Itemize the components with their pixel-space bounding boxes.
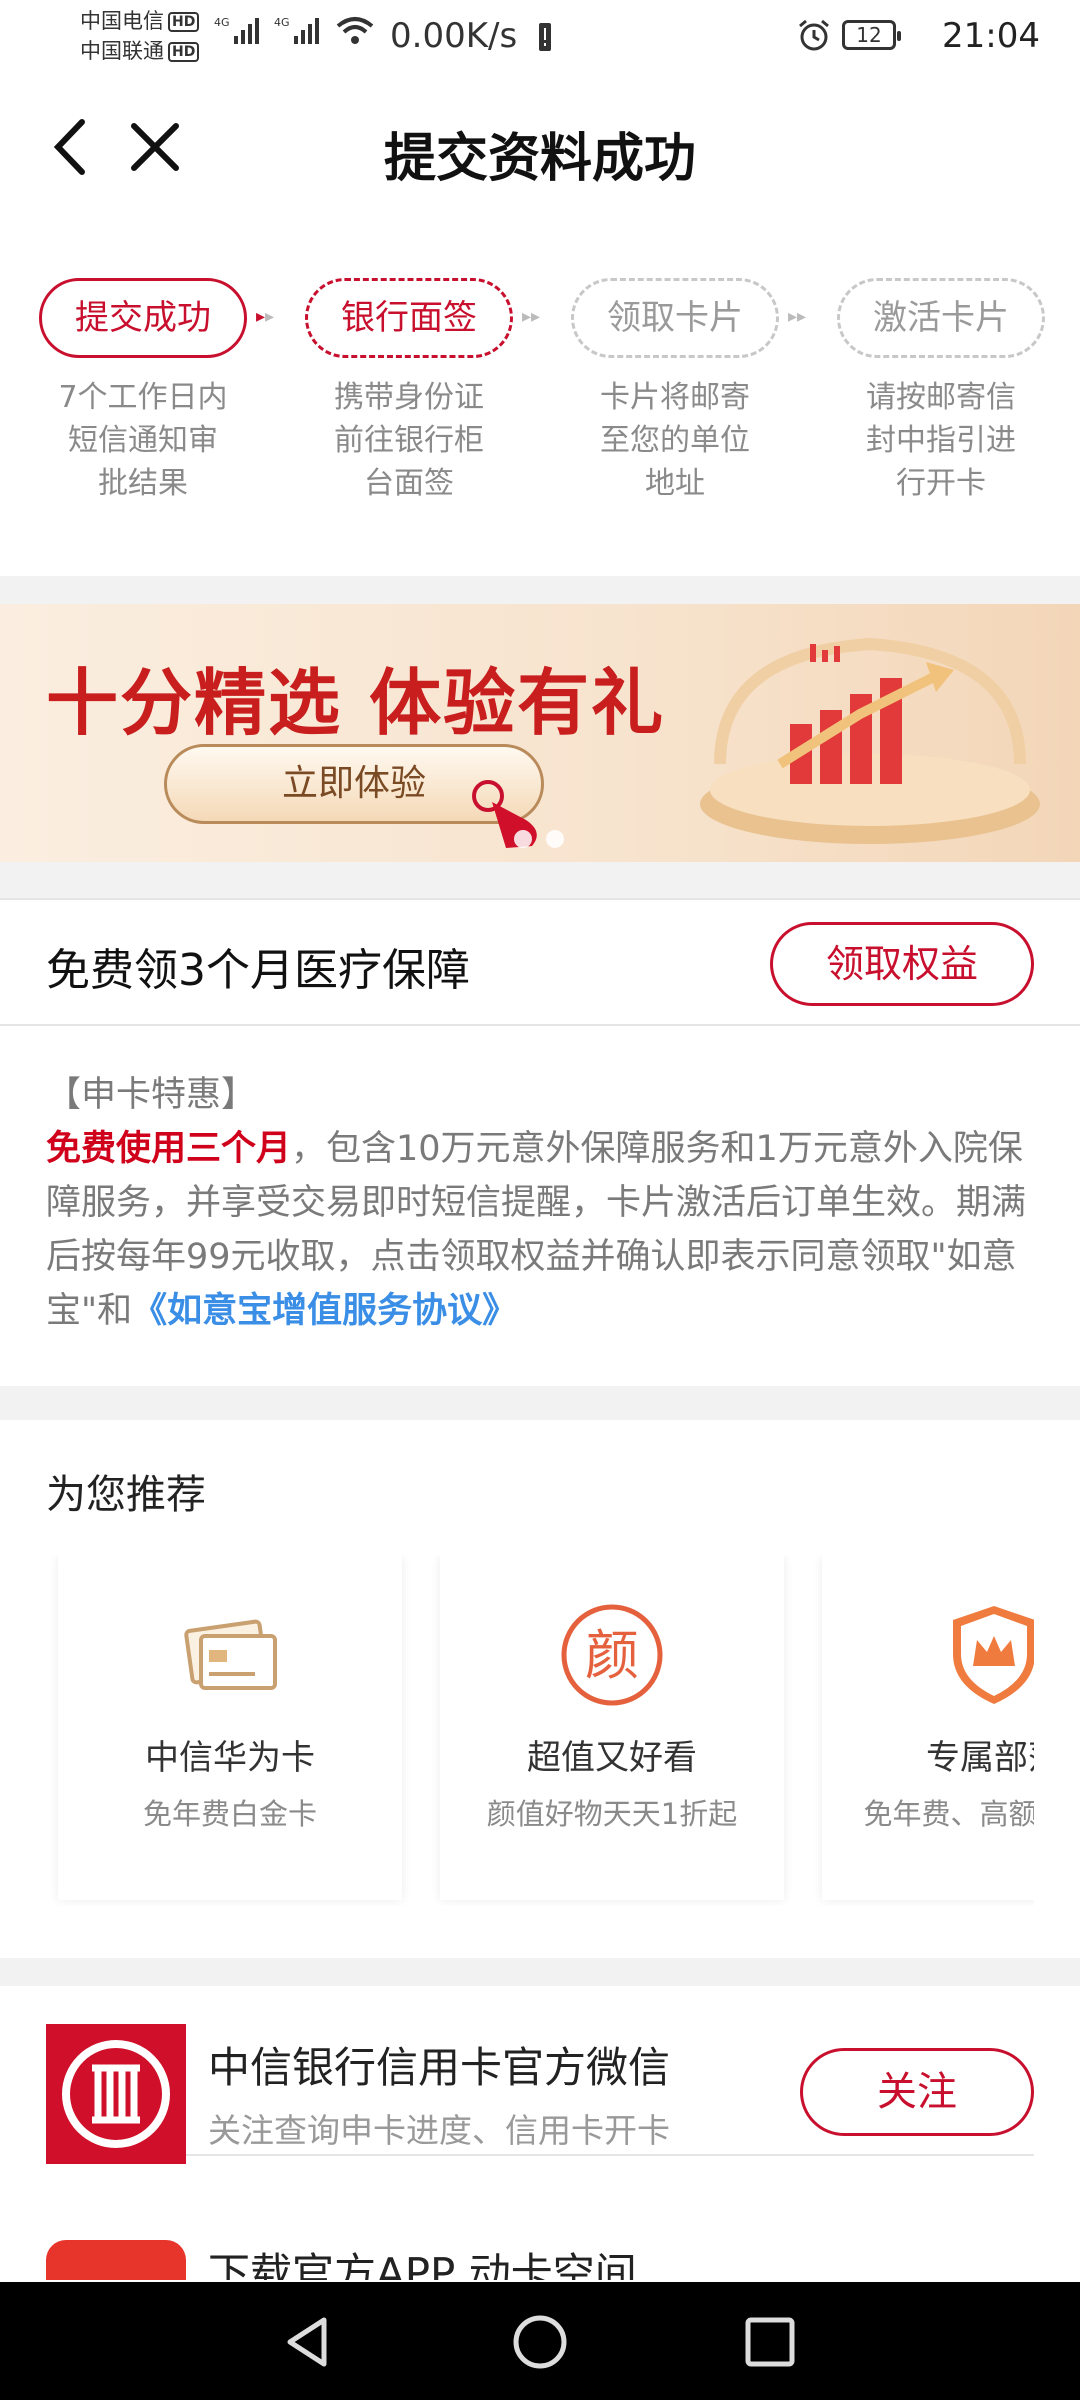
app-title: 下载官方APP 动卡空间 xyxy=(208,2249,637,2280)
nav-home-icon[interactable] xyxy=(508,2310,572,2374)
recommend-name: 中信华为卡 xyxy=(145,1738,315,1778)
status-bar: 中国电信 HD 中国联通 HD 4G 4G 0.00K/s 12 21:04 xyxy=(0,0,1080,72)
recommend-card[interactable]: 中信华为卡 免年费白金卡 xyxy=(58,1556,402,1900)
citic-logo-icon xyxy=(46,2024,186,2164)
step-desc-line: 封中指引进 xyxy=(866,423,1016,458)
system-nav-bar xyxy=(0,2282,1080,2400)
benefit-title: 免费领3个月医疗保障 xyxy=(46,945,470,996)
agreement-link[interactable]: 《如意宝增值服务协议》 xyxy=(132,1291,517,1331)
step-arrow-icon: ▸▸ xyxy=(522,306,541,327)
carrier-2: 中国联通 xyxy=(80,39,164,63)
recommend-card[interactable]: 专属部落 免年费、高额享好礼 xyxy=(822,1556,1034,1900)
step-activate-card: 激活卡片 请按邮寄信 封中指引进 行开卡 xyxy=(836,278,1046,505)
claim-benefit-button[interactable]: 领取权益 xyxy=(770,922,1034,1006)
section-divider xyxy=(0,576,1080,604)
recommend-card[interactable]: 颜 超值又好看 颜值好物天天1折起 xyxy=(440,1556,784,1900)
section-divider xyxy=(0,1386,1080,1420)
step-label: 领取卡片 xyxy=(571,278,779,358)
follow-button[interactable]: 关注 xyxy=(800,2048,1034,2136)
benefit-tag: 【申卡特惠】 xyxy=(46,1075,257,1115)
wechat-sub: 关注查询申卡进度、信用卡开卡 xyxy=(208,2111,670,2150)
step-bank-sign: 银行面签 携带身份证 前往银行柜 台面签 xyxy=(304,278,514,505)
header: 提交资料成功 xyxy=(0,72,1080,222)
card-icon xyxy=(184,1619,277,1690)
section-divider xyxy=(0,862,1080,898)
signal-icon: 4G xyxy=(214,16,259,44)
net-speed: 0.00K/s xyxy=(390,16,518,56)
step-receive-card: 领取卡片 卡片将邮寄 至您的单位 地址 xyxy=(570,278,780,505)
page-title: 提交资料成功 xyxy=(383,129,696,189)
promo-banner[interactable]: 十分精选 体验有礼 立即体验 xyxy=(0,604,1080,862)
alarm-icon xyxy=(799,19,829,51)
section-divider xyxy=(0,1958,1080,1986)
recommend-carousel[interactable]: 中信华为卡 免年费白金卡 颜 超值又好看 颜值好物天天1折起 专属部落 免年费、… xyxy=(46,1556,1034,1906)
recommend-sub: 免年费白金卡 xyxy=(142,1797,317,1831)
yan-icon: 颜 xyxy=(561,1604,663,1706)
wechat-title: 中信银行信用卡官方微信 xyxy=(208,2043,671,2092)
svg-text:4G: 4G xyxy=(274,16,290,29)
step-desc: 卡片将邮寄 至您的单位 地址 xyxy=(570,376,780,505)
svg-text:4G: 4G xyxy=(214,16,230,29)
progress-steps: 提交成功 7个工作日内 短信通知审 批结果 ▸▸ 银行面签 携带身份证 前往银行… xyxy=(0,278,1080,518)
pager-dot xyxy=(546,830,564,848)
step-desc-line: 前往银行柜 xyxy=(334,423,484,458)
step-desc: 7个工作日内 短信通知审 批结果 xyxy=(38,376,248,505)
step-label: 银行面签 xyxy=(305,278,513,358)
recommend-title: 为您推荐 xyxy=(46,1472,206,1518)
step-desc-line: 台面签 xyxy=(364,466,454,501)
step-desc: 携带身份证 前往银行柜 台面签 xyxy=(304,376,514,505)
signal-icon: 4G xyxy=(274,16,319,44)
step-desc-line: 行开卡 xyxy=(896,466,986,501)
carrier-info: 中国电信 HD 中国联通 HD xyxy=(80,6,200,66)
step-arrow-icon: ▸▸ xyxy=(788,306,807,327)
battery-icon: 12 xyxy=(842,20,901,50)
carrier-1: 中国电信 xyxy=(80,9,164,33)
chart-graphic-icon xyxy=(700,637,1040,844)
step-desc-line: 请按邮寄信 xyxy=(866,380,1016,415)
recommend-sub: 颜值好物天天1折起 xyxy=(486,1797,738,1831)
svg-text:颜: 颜 xyxy=(585,1624,639,1687)
recommend-name: 超值又好看 xyxy=(527,1738,697,1778)
benefit-highlight: 免费使用三个月 xyxy=(46,1129,292,1169)
banner-pager xyxy=(514,830,578,852)
wechat-follow-row: 中信银行信用卡官方微信 关注查询申卡进度、信用卡开卡 关注 xyxy=(46,1986,1034,2164)
pager-dot xyxy=(514,830,532,848)
wifi-icon xyxy=(336,17,374,44)
step-label: 提交成功 xyxy=(39,278,247,358)
nav-recents-icon[interactable] xyxy=(738,2310,802,2374)
step-desc-line: 短信通知审 xyxy=(68,423,218,458)
step-arrow-icon: ▸▸ xyxy=(256,306,275,327)
step-desc-line: 批结果 xyxy=(98,466,188,501)
hd-badge: HD xyxy=(168,42,200,62)
step-desc-line: 携带身份证 xyxy=(334,380,484,415)
step-desc-line: 7个工作日内 xyxy=(58,380,228,415)
benefit-row: 免费领3个月医疗保障 领取权益 xyxy=(0,898,1080,1026)
step-desc: 请按邮寄信 封中指引进 行开卡 xyxy=(836,376,1046,505)
notification-icon xyxy=(539,23,551,51)
step-desc-line: 卡片将邮寄 xyxy=(600,380,750,415)
step-submitted: 提交成功 7个工作日内 短信通知审 批结果 xyxy=(38,278,248,505)
nav-back-icon[interactable] xyxy=(276,2310,340,2374)
benefit-body: 免费使用三个月，包含10万元意外保障服务和1万元意外入院保障服务，并享受交易即时… xyxy=(46,1122,1036,1338)
banner-title: 十分精选 体验有礼 xyxy=(46,661,666,745)
hd-badge: HD xyxy=(168,12,200,32)
app-logo-icon xyxy=(46,2240,186,2280)
step-desc-line: 至您的单位 xyxy=(600,423,750,458)
download-app-row[interactable]: 下载官方APP 动卡空间 xyxy=(46,2240,1034,2280)
recommend-name: 专属部落 xyxy=(926,1738,1034,1778)
shield-crown-icon xyxy=(953,1606,1034,1704)
step-desc-line: 地址 xyxy=(645,466,705,501)
step-label: 激活卡片 xyxy=(837,278,1045,358)
benefit-description: 【申卡特惠】 免费使用三个月，包含10万元意外保障服务和1万元意外入院保障服务，… xyxy=(46,1068,1036,1338)
recommend-sub: 免年费、高额享好礼 xyxy=(863,1797,1034,1831)
clock: 21:04 xyxy=(942,16,1040,56)
